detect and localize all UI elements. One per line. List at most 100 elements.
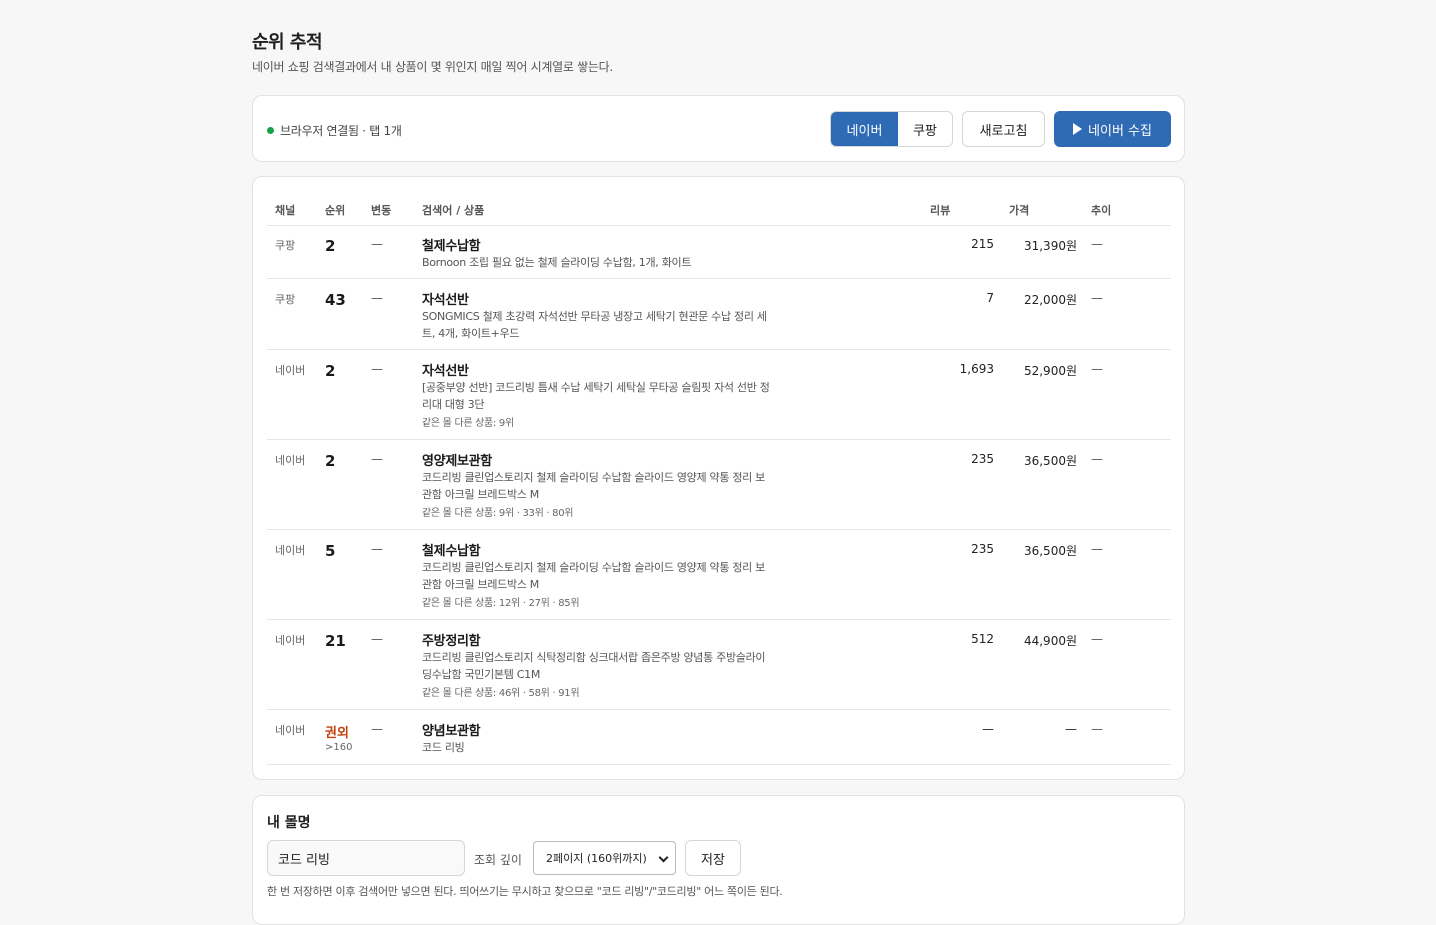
row-product-name: 코드 리빙: [422, 741, 465, 754]
refresh-button[interactable]: 새로고침: [962, 111, 1045, 147]
row-same-mall: 같은 몰 다른 상품: 46위 · 58위 · 91위: [422, 688, 580, 699]
row-change: —: [371, 237, 383, 251]
row-reviews: 235: [971, 542, 994, 556]
col-price: 가격: [1009, 204, 1030, 217]
table-header: 채널 순위 변동 검색어 / 상품 리뷰 가격 추이: [267, 194, 1171, 226]
row-same-mall: 같은 몰 다른 상품: 9위 · 33위 · 80위: [422, 508, 574, 519]
row-reviews: 215: [971, 237, 994, 251]
row-price: 36,500원: [1023, 544, 1077, 558]
row-channel: 쿠팡: [275, 293, 296, 306]
row-rank: 2: [325, 452, 336, 470]
row-price: 36,500원: [1023, 454, 1077, 468]
row-product-name: Bornoon 조립 필요 없는 철제 슬라이딩 수납함, 1개, 화이트: [422, 256, 692, 269]
row-keyword: 주방정리함: [422, 634, 481, 649]
row-rank: 5: [325, 542, 336, 560]
save-button[interactable]: 저장: [685, 840, 741, 876]
row-trend: —: [1091, 542, 1103, 556]
row-change: —: [371, 291, 383, 305]
row-price: 31,390원: [1023, 239, 1077, 253]
row-reviews: 235: [971, 452, 994, 466]
channel-toggle: 네이버 쿠팡: [830, 111, 953, 147]
row-trend: —: [1091, 237, 1103, 251]
row-rank: 43: [325, 291, 346, 309]
row-product: 코드리빙 클린업스토리지 철제 슬라이딩 수납함 슬라이드 영양제 약통 정리 …: [422, 559, 772, 612]
shop-card: 내 몰명 코드 리빙 조회 깊이 2페이지 (160위까지) 저장 한 번 저장…: [252, 795, 1185, 925]
col-rank: 순위: [325, 204, 346, 217]
status-text: 브라우저 연결됨 · 탭 1개: [280, 124, 402, 138]
row-change: —: [371, 452, 383, 466]
toolbar-card: 브라우저 연결됨 · 탭 1개 네이버 쿠팡 새로고침 네이버 수집: [252, 95, 1185, 162]
row-trend: —: [1091, 291, 1103, 305]
row-keyword: 자석선반: [422, 293, 469, 308]
row-keyword: 자석선반: [422, 364, 469, 379]
row-product: 코드 리빙: [422, 739, 772, 756]
row-reviews: 1,693: [959, 362, 994, 376]
table-row[interactable]: 네이버 21 — 주방정리함코드리빙 클린업스토리지 식탁정리함 싱크대서랍 좁은주방…: [267, 620, 1171, 710]
row-product-name: SONGMICS 철제 초강력 자석선반 무타공 냉장고 세탁기 현관문 수납 …: [422, 310, 767, 340]
collect-label: 네이버 수집: [1088, 123, 1152, 139]
row-product: Bornoon 조립 필요 없는 철제 슬라이딩 수납함, 1개, 화이트: [422, 254, 772, 271]
row-rank-sub: >160: [325, 742, 353, 753]
page-description: 네이버 쇼핑 검색결과에서 내 상품이 몇 위인지 매일 찍어 시계열로 쌓는다…: [252, 60, 613, 74]
row-keyword: 양념보관함: [422, 724, 481, 739]
row-change: —: [371, 362, 383, 376]
col-change: 변동: [371, 204, 392, 217]
connection-status: 브라우저 연결됨 · 탭 1개: [267, 122, 402, 139]
row-channel: 네이버: [275, 454, 306, 467]
rank-table-card: 채널 순위 변동 검색어 / 상품 리뷰 가격 추이 쿠팡 2 — 철제수납함 Born…: [252, 176, 1185, 780]
col-channel: 채널: [275, 204, 296, 217]
row-keyword: 철제수납함: [422, 544, 481, 559]
shop-name-input[interactable]: 코드 리빙: [267, 840, 465, 876]
row-same-mall: 같은 몰 다른 상품: 9위: [422, 418, 514, 429]
row-reviews: 512: [971, 632, 994, 646]
depth-label: 조회 깊이: [474, 853, 522, 867]
row-trend: —: [1091, 722, 1103, 736]
row-rank: 2: [325, 362, 336, 380]
channel-coupang-button[interactable]: 쿠팡: [898, 112, 952, 146]
row-change: —: [371, 722, 383, 736]
row-keyword: 영양제보관함: [422, 454, 492, 469]
row-change: —: [371, 632, 383, 646]
row-change: —: [371, 542, 383, 556]
table-row[interactable]: 네이버 5 — 철제수납함 코드리빙 클린업스토리지 철제 슬라이딩 수납함 슬라이드 …: [267, 530, 1171, 620]
row-product: 코드리빙 클린업스토리지 식탁정리함 싱크대서랍 좁은주방 양념통 주방슬라이딩…: [422, 649, 772, 702]
table-row[interactable]: 쿠팡 2 — 철제수납함 Bornoon 조립 필요 없는 철제 슬라이딩 수납함, 1…: [267, 225, 1171, 279]
row-keyword: 철제수납함: [422, 239, 481, 254]
status-dot-icon: [267, 127, 274, 134]
row-price: 52,900원: [1023, 364, 1077, 378]
row-product-name: 코드리빙 클린업스토리지 철제 슬라이딩 수납함 슬라이드 영양제 약통 정리 …: [422, 471, 766, 501]
table-row[interactable]: 네이버 2 — 자석선반 [공중부양 선반] 코드리빙 틈새 수납 세탁기 세탁실 무타…: [267, 350, 1171, 440]
row-channel: 네이버: [275, 364, 306, 377]
row-product-name: [공중부양 선반] 코드리빙 틈새 수납 세탁기 세탁실 무타공 슬림핏 자석 …: [422, 381, 770, 411]
row-trend: —: [1091, 362, 1103, 376]
row-price: 44,900원: [1023, 634, 1077, 648]
channel-naver-button[interactable]: 네이버: [831, 112, 898, 146]
play-icon: [1073, 123, 1083, 135]
table-row[interactable]: 네이버 2 — 영양제보관함코드리빙 클린업스토리지 철제 슬라이딩 수납함 슬라이드…: [267, 440, 1171, 530]
row-same-mall: 같은 몰 다른 상품: 12위 · 27위 · 85위: [422, 598, 580, 609]
row-trend: —: [1091, 452, 1103, 466]
col-keyword: 검색어 / 상품: [422, 204, 485, 217]
row-product: [공중부양 선반] 코드리빙 틈새 수납 세탁기 세탁실 무타공 슬림핏 자석 …: [422, 379, 772, 432]
shop-note: 한 번 저장하면 이후 검색어만 넣으면 된다. 띄어쓰기는 무시하고 찾으므로…: [267, 885, 783, 898]
row-price: 22,000원: [1023, 293, 1077, 307]
row-channel: 네이버: [275, 544, 306, 557]
row-channel: 쿠팡: [275, 239, 296, 252]
row-trend: —: [1091, 632, 1103, 646]
row-reviews: 7: [986, 291, 994, 305]
row-product-name: 코드리빙 클린업스토리지 식탁정리함 싱크대서랍 좁은주방 양념통 주방슬라이딩…: [422, 651, 766, 681]
col-reviews: 리뷰: [930, 204, 951, 217]
row-rank: 21: [325, 632, 346, 650]
row-channel: 네이버: [275, 634, 306, 647]
row-product: 코드리빙 클린업스토리지 철제 슬라이딩 수납함 슬라이드 영양제 약통 정리 …: [422, 469, 772, 522]
row-rank: 2: [325, 237, 336, 255]
page-title: 순위 추적: [252, 32, 323, 53]
table-row[interactable]: 네이버 권외 >160 — 양념보관함 코드 리빙 — — —: [267, 710, 1171, 765]
row-rank: 권외: [325, 726, 349, 741]
table-row[interactable]: 쿠팡 43 — 자석선반 SONGMICS 철제 초강력 자석선반 무타공 냉장고 세탁…: [267, 279, 1171, 350]
depth-select[interactable]: 2페이지 (160위까지): [533, 841, 676, 875]
row-product: SONGMICS 철제 초강력 자석선반 무타공 냉장고 세탁기 현관문 수납 …: [422, 308, 772, 342]
row-channel: 네이버: [275, 724, 306, 737]
row-price: —: [1065, 722, 1077, 736]
collect-button[interactable]: 네이버 수집: [1054, 111, 1171, 147]
